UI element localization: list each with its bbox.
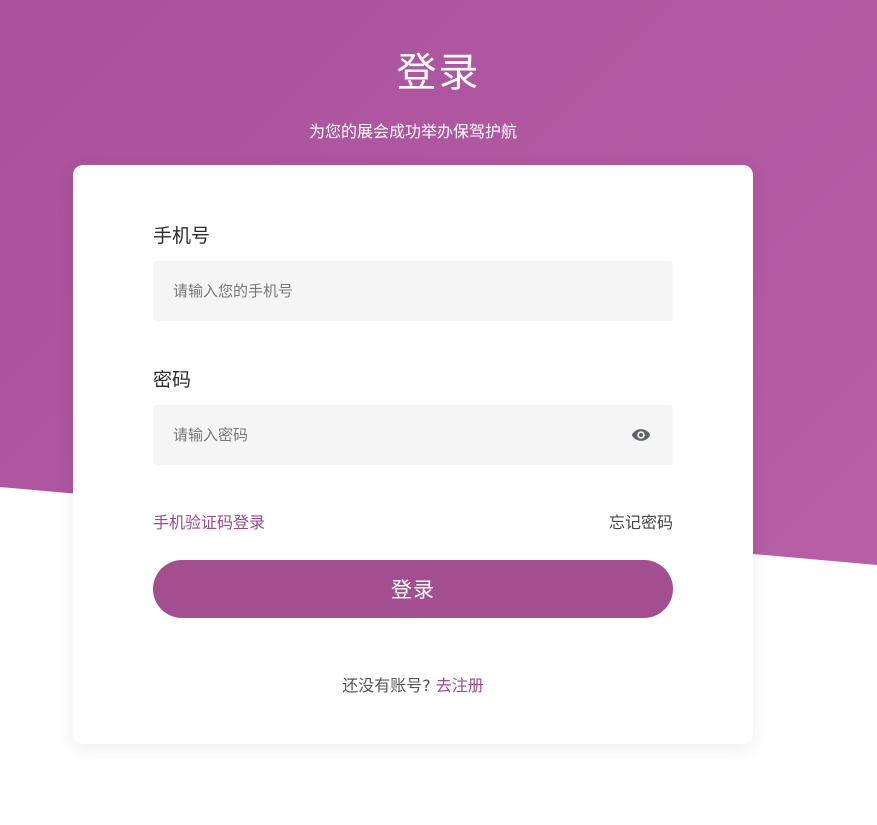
page-subtitle: 为您的展会成功举办保驾护航 [308, 122, 517, 141]
password-input[interactable] [153, 405, 673, 465]
register-row: 还没有账号? 去注册 [73, 672, 753, 696]
login-page: 登录 为您的展会成功举办保驾护航 手机号 密码 手机验证码登录 忘记密码 登录 … [0, 0, 877, 825]
login-card: 手机号 密码 手机验证码登录 忘记密码 登录 还没有账号? 去注册 [73, 165, 753, 744]
page-title: 登录 [396, 50, 481, 96]
register-prompt: 还没有账号? [342, 676, 431, 695]
phone-field-container [153, 261, 673, 321]
password-field-container [153, 405, 673, 465]
forgot-password-link[interactable]: 忘记密码 [609, 509, 673, 533]
phone-label: 手机号 [153, 225, 211, 247]
password-label: 密码 [153, 369, 192, 391]
eye-icon[interactable] [631, 425, 651, 445]
login-button[interactable]: 登录 [153, 560, 673, 618]
sms-login-link[interactable]: 手机验证码登录 [153, 509, 265, 533]
phone-input[interactable] [153, 261, 673, 321]
register-link[interactable]: 去注册 [436, 676, 484, 695]
